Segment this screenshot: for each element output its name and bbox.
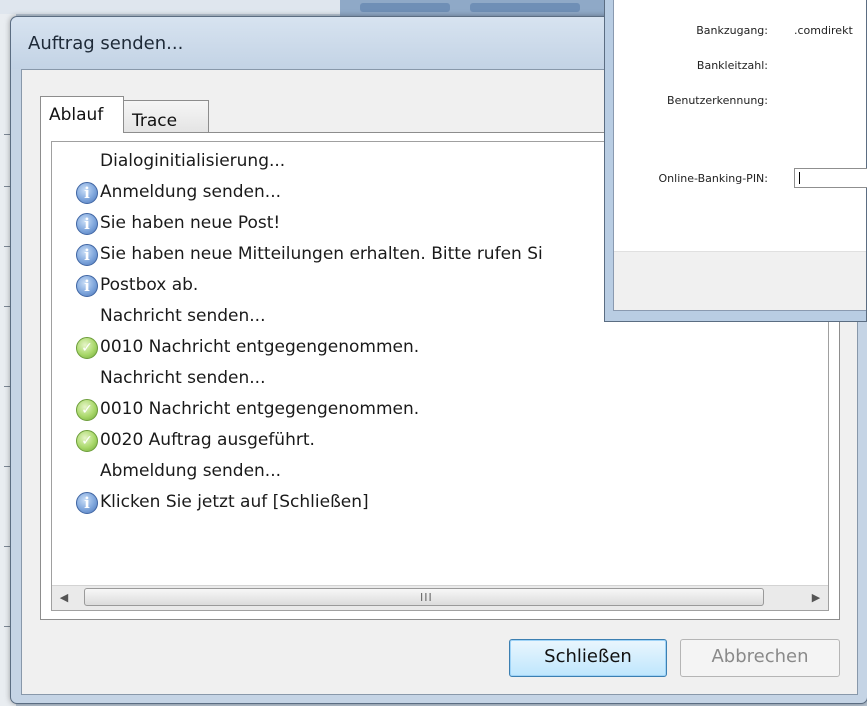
log-entry-text: Dialoginitialisierung... [100,151,286,171]
log-entry-text: Anmeldung senden... [100,182,282,202]
bankzugang-value: .comdirekt [794,24,853,37]
text-caret [799,172,800,184]
horizontal-scrollbar[interactable]: ◀ III ▶ [52,585,828,610]
info-icon [76,492,98,514]
scroll-right-arrow-icon[interactable]: ▶ [804,586,828,609]
log-entry-text: 0020 Auftrag ausgeführt. [100,430,315,450]
scroll-left-arrow-icon[interactable]: ◀ [52,586,76,609]
info-icon [76,213,98,235]
log-entry: 0020 Auftrag ausgeführt. [52,425,828,456]
log-entry-text: 0010 Nachricht entgegengenommen. [100,399,420,419]
log-entry-text: Nachricht senden... [100,306,266,326]
bank-login-footer [614,251,866,310]
log-entry: Nachricht senden... [52,363,828,394]
log-entry: 0010 Nachricht entgegengenommen. [52,394,828,425]
info-icon [76,182,98,204]
bank-login-client-area: Bankzugang: .comdirekt Bankleitzahl: Ben… [613,0,867,311]
bankleitzahl-label: Bankleitzahl: [696,59,768,72]
dialog-title: Auftrag senden... [28,33,184,54]
scrollbar-thumb[interactable]: III [84,588,764,606]
bank-login-window: Bankzugang: .comdirekt Bankleitzahl: Ben… [604,0,867,322]
log-entry-text: Postbox ab. [100,275,199,295]
log-entry-text: 0010 Nachricht entgegengenommen. [100,337,420,357]
scrollbar-grip-icon: III [420,591,433,604]
log-entry-text: Sie haben neue Post! [100,213,281,233]
checkmark-icon [76,337,98,359]
log-entry: 0010 Nachricht entgegengenommen. [52,332,828,363]
tab-ablauf[interactable]: Ablauf [40,96,124,133]
pin-label: Online-Banking-PIN: [658,172,768,185]
cancel-button[interactable]: Abbrechen [680,639,840,677]
log-entry-text: Klicken Sie jetzt auf [Schließen] [100,492,369,512]
tab-trace[interactable]: Trace [123,100,209,132]
benutzerkennung-label: Benutzerkennung: [667,94,768,107]
checkmark-icon [76,430,98,452]
log-entry: Klicken Sie jetzt auf [Schließen] [52,487,828,518]
log-entry-text: Nachricht senden... [100,368,266,388]
close-button[interactable]: Schließen [509,639,667,677]
log-entry: Abmeldung senden... [52,456,828,487]
log-entry-text: Abmeldung senden... [100,461,282,481]
checkmark-icon [76,399,98,421]
pin-input[interactable] [794,168,867,188]
info-icon [76,275,98,297]
bankzugang-label: Bankzugang: [696,24,768,37]
log-entry-text: Sie haben neue Mitteilungen erhalten. Bi… [100,244,543,264]
info-icon [76,244,98,266]
